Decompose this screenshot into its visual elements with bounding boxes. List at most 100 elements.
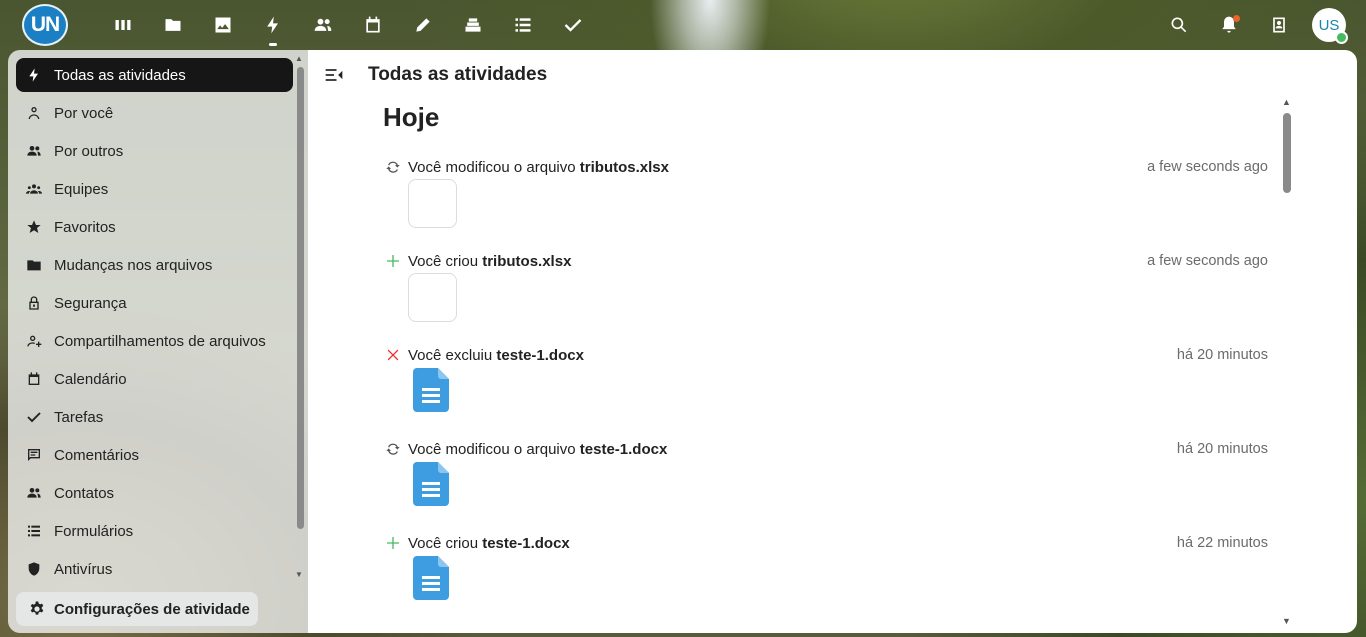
contacts-icon[interactable] <box>311 13 335 37</box>
avatar[interactable]: US <box>1312 8 1348 44</box>
content-scroll-up[interactable]: ▲ <box>1282 97 1291 107</box>
content-scroll-down[interactable]: ▼ <box>1282 616 1291 626</box>
sidebar-item-security[interactable]: Segurança <box>16 286 293 320</box>
sidebar-item-calendar[interactable]: Calendário <box>16 362 293 396</box>
activity-item: Você excluiu teste-1.docx há 20 minutos <box>383 338 1268 418</box>
contacts-menu-icon[interactable] <box>1268 14 1290 36</box>
change-icon <box>385 159 401 175</box>
sidebar-nav: Todas as atividades Por você Por outros … <box>16 58 293 590</box>
add-icon <box>385 253 401 269</box>
sidebar-scroll-up[interactable]: ▲ <box>295 54 303 63</box>
delete-icon <box>385 347 401 363</box>
sidebar: Todas as atividades Por você Por outros … <box>8 50 308 633</box>
search-icon[interactable] <box>1168 14 1190 36</box>
section-heading: Hoje <box>383 102 440 132</box>
file-link[interactable]: teste-1.docx <box>496 347 584 364</box>
activity-text: Você modificou o arquivo tributos.xlsx <box>408 159 669 176</box>
activity-item: Você modificou o arquivo teste-1.docx há… <box>383 432 1268 512</box>
sidebar-item-file-shares[interactable]: Compartilhamentos de arquivos <box>16 324 293 358</box>
toggle-navigation-button[interactable] <box>324 65 344 85</box>
dashboard-icon[interactable] <box>111 13 135 37</box>
file-link[interactable]: tributos.xlsx <box>580 159 669 176</box>
change-icon <box>385 441 401 457</box>
sidebar-item-label: Contatos <box>54 484 115 502</box>
sidebar-item-label: Equipes <box>54 180 109 198</box>
activity-item: Você criou teste-1.docx há 22 minutos <box>383 526 1268 606</box>
page-title: Todas as atividades <box>368 64 548 85</box>
activity-settings-label: Configurações de atividade <box>54 600 250 618</box>
document-icon[interactable] <box>413 556 451 600</box>
folder-icon <box>27 260 41 271</box>
menu-collapse-icon <box>325 69 343 81</box>
sidebar-item-file-changes[interactable]: Mudanças nos arquivos <box>16 248 293 282</box>
files-icon[interactable] <box>161 13 185 37</box>
calendar-icon[interactable] <box>361 13 385 37</box>
file-preview[interactable] <box>408 179 457 228</box>
file-link[interactable]: teste-1.docx <box>482 535 570 552</box>
document-icon[interactable] <box>413 368 451 412</box>
contacts-icon <box>27 488 41 498</box>
document-icon[interactable] <box>413 462 451 506</box>
file-link[interactable]: tributos.xlsx <box>482 253 571 270</box>
photos-icon[interactable] <box>211 13 235 37</box>
activity-time: há 20 minutos <box>1176 441 1268 457</box>
content-scrollbar[interactable] <box>1283 113 1291 193</box>
sidebar-item-contacts[interactable]: Contatos <box>16 476 293 510</box>
notifications-icon[interactable] <box>1218 14 1240 36</box>
shield-icon <box>28 562 40 576</box>
activity-text: Você modificou o arquivo teste-1.docx <box>408 441 668 458</box>
people-icon <box>27 146 41 156</box>
online-status-icon <box>1335 31 1348 44</box>
sidebar-item-label: Por outros <box>54 142 124 160</box>
main-content: Todas as atividades Hoje Você modificou … <box>308 50 1357 633</box>
sidebar-item-teams[interactable]: Equipes <box>16 172 293 206</box>
group-icon <box>26 184 42 194</box>
avatar-initials: US <box>1318 16 1340 34</box>
sidebar-item-by-others[interactable]: Por outros <box>16 134 293 168</box>
sidebar-scrollbar[interactable] <box>297 67 304 529</box>
activity-text: Você excluiu teste-1.docx <box>408 347 584 364</box>
star-icon <box>27 220 41 233</box>
sidebar-item-all-activities[interactable]: Todas as atividades <box>16 58 293 92</box>
check-icon[interactable] <box>561 13 585 37</box>
notification-badge <box>1233 15 1240 22</box>
list-icon <box>28 525 40 537</box>
person-icon <box>28 107 40 119</box>
sidebar-item-comments[interactable]: Comentários <box>16 438 293 472</box>
file-preview[interactable] <box>408 273 457 322</box>
file-link[interactable]: teste-1.docx <box>580 441 668 458</box>
activity-text: Você criou tributos.xlsx <box>408 253 572 270</box>
tasks-icon[interactable] <box>511 13 535 37</box>
sidebar-item-favorites[interactable]: Favoritos <box>16 210 293 244</box>
activity-time: a few seconds ago <box>1147 159 1268 175</box>
sidebar-item-label: Tarefas <box>54 408 104 426</box>
comment-icon <box>28 449 40 461</box>
sidebar-item-label: Comentários <box>54 446 140 464</box>
add-icon <box>385 535 401 551</box>
sidebar-item-label: Mudanças nos arquivos <box>54 256 213 274</box>
activity-time: a few seconds ago <box>1147 253 1268 269</box>
top-bar: UN US <box>0 0 1366 50</box>
activity-item: Você modificou o arquivo tributos.xlsx a… <box>383 150 1268 230</box>
sidebar-item-by-you[interactable]: Por você <box>16 96 293 130</box>
sidebar-item-tasks[interactable]: Tarefas <box>16 400 293 434</box>
share-person-icon <box>27 335 42 347</box>
sidebar-item-label: Por você <box>54 104 114 122</box>
activity-time: há 20 minutos <box>1176 347 1268 363</box>
sidebar-item-forms[interactable]: Formulários <box>16 514 293 548</box>
check-icon <box>27 412 41 423</box>
sidebar-item-antivirus[interactable]: Antivírus <box>16 552 293 586</box>
deck-icon[interactable] <box>461 13 485 37</box>
sidebar-scroll-down[interactable]: ▼ <box>295 570 303 579</box>
sidebar-item-label: Favoritos <box>54 218 116 236</box>
sidebar-item-label: Calendário <box>54 370 127 388</box>
lock-icon <box>29 296 39 310</box>
sidebar-item-label: Todas as atividades <box>54 66 186 84</box>
activity-settings-button[interactable]: Configurações de atividade <box>16 592 258 626</box>
logo[interactable]: UN <box>22 4 68 46</box>
sidebar-item-label: Formulários <box>54 522 134 540</box>
notes-icon[interactable] <box>411 13 435 37</box>
activity-text: Você criou teste-1.docx <box>408 535 570 552</box>
sidebar-item-label: Compartilhamentos de arquivos <box>54 332 266 350</box>
activity-icon[interactable] <box>261 13 285 46</box>
